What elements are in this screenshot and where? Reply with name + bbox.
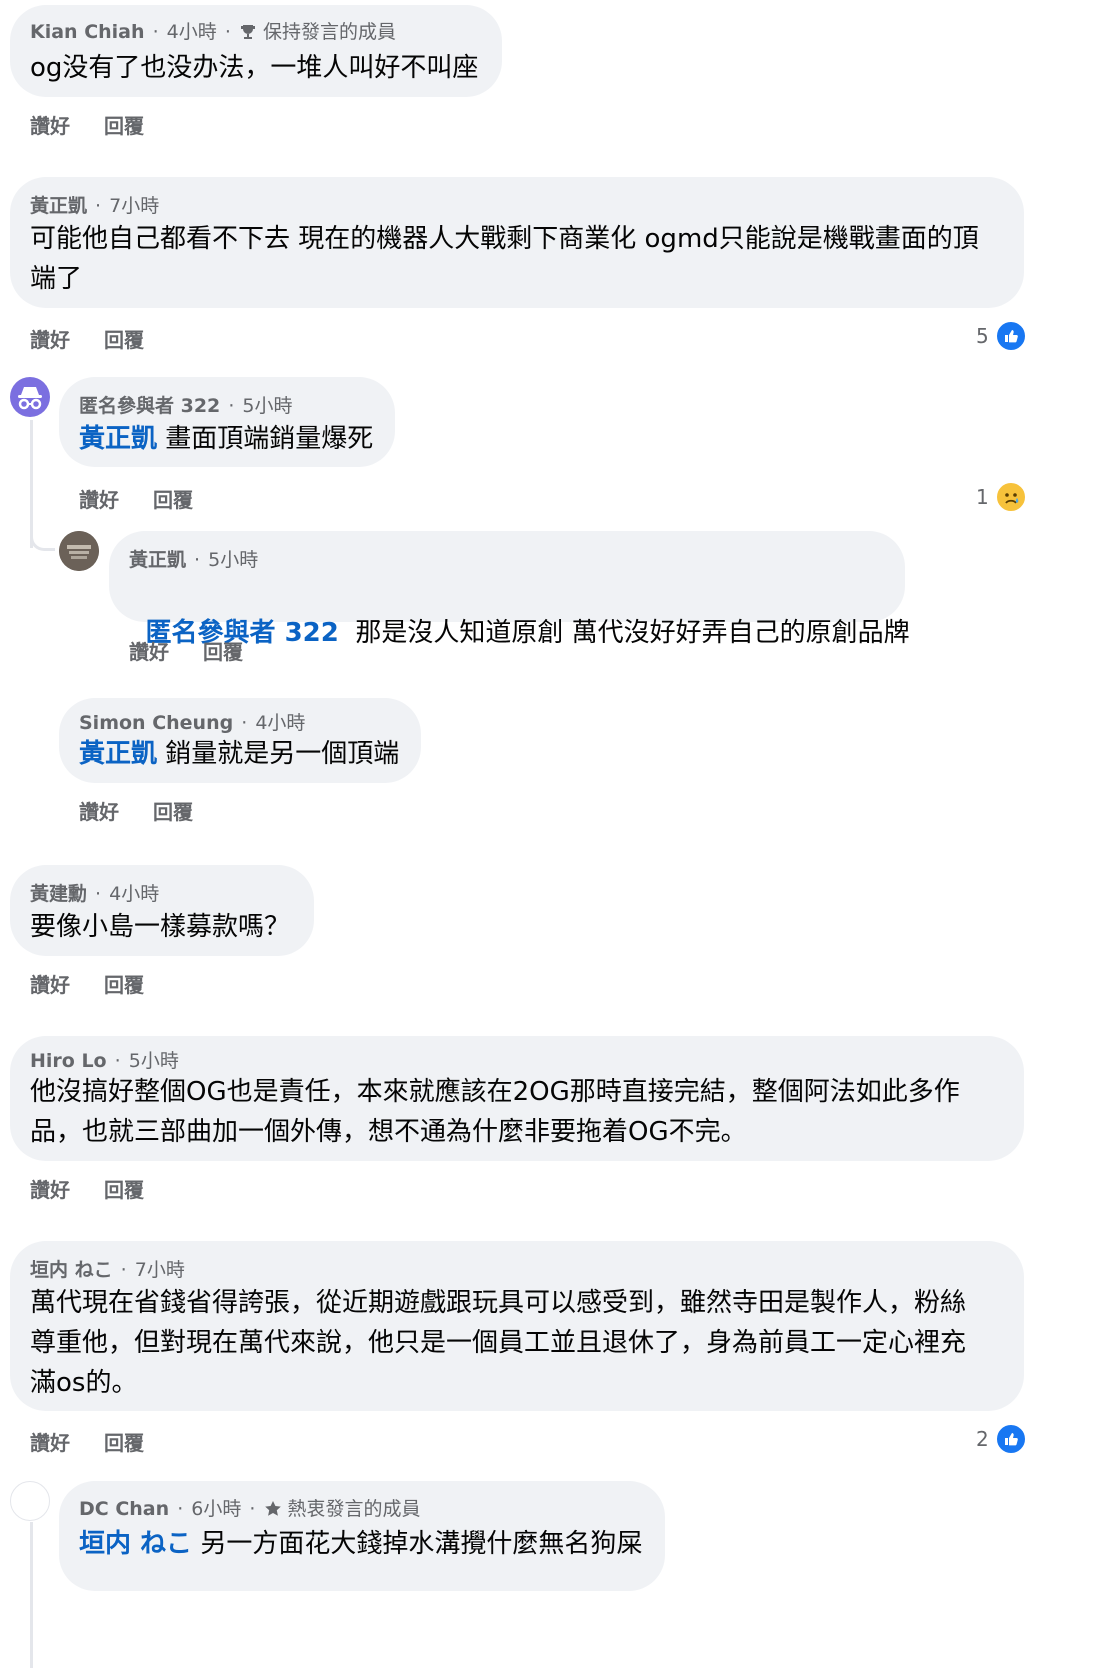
reaction-number: 2	[976, 1427, 989, 1451]
reply-button[interactable]: 回覆	[104, 110, 144, 139]
like-button[interactable]: 讚好	[30, 969, 70, 998]
reply-button[interactable]: 回覆	[104, 1174, 144, 1203]
comment-time[interactable]: 5小時	[129, 1050, 179, 1072]
comment-meta: 垣内 ねこ · 7小時	[30, 1259, 185, 1281]
thread-connector	[30, 1522, 33, 1668]
author-name[interactable]: Kian Chiah	[30, 21, 145, 43]
reply-button[interactable]: 回覆	[153, 796, 193, 825]
comment-meta: DC Chan · 6小時 · 熱衷發言的成員	[79, 1494, 421, 1523]
comment-text-line: 可能他自己都看不下去 現在的機器人大戰剩下商業化 ogmd只能說是機戰畫面的頂	[30, 224, 979, 254]
star-icon	[264, 1500, 282, 1523]
comment-text-line: 尊重他，但對現在萬代來說，他只是一個員工並且退休了，身為前員工一定心裡充	[30, 1328, 967, 1358]
thread-connector	[30, 520, 55, 551]
profile-picture-icon	[59, 531, 99, 571]
reply-button[interactable]: 回覆	[104, 1427, 144, 1456]
comment-actions: 讚好 回覆	[79, 796, 193, 825]
like-reaction-icon	[994, 1423, 1027, 1455]
comment-text-line: 端了	[30, 264, 83, 294]
sad-reaction-icon	[994, 481, 1027, 513]
comment-meta: Kian Chiah · 4小時 · 保持發言的成員	[30, 17, 396, 46]
comment-time[interactable]: 7小時	[109, 195, 159, 217]
comment-meta: Simon Cheung · 4小時	[79, 712, 306, 734]
comment-actions: 讚好 回覆	[30, 324, 144, 353]
comment-meta: 黃正凱 · 7小時	[30, 195, 160, 217]
author-name[interactable]: 黃建勳	[30, 883, 87, 905]
like-button[interactable]: 讚好	[79, 796, 119, 825]
reaction-count[interactable]: 5	[976, 320, 1027, 352]
reply-button[interactable]: 回覆	[153, 484, 193, 513]
like-button[interactable]: 讚好	[30, 110, 70, 139]
author-name[interactable]: Simon Cheung	[79, 712, 233, 734]
comment-actions: 讚好 回覆	[30, 1174, 144, 1203]
reply-button[interactable]: 回覆	[104, 324, 144, 353]
mention-link[interactable]: 黃正凱	[79, 424, 157, 454]
reaction-number: 1	[976, 485, 989, 509]
mention-link[interactable]: 黃正凱	[79, 739, 157, 769]
author-name[interactable]: 匿名參與者 322	[79, 395, 220, 417]
incognito-icon	[18, 387, 42, 410]
comment-meta: Hiro Lo · 5小時	[30, 1050, 179, 1072]
like-button[interactable]: 讚好	[129, 636, 169, 665]
comment-body: 銷量就是另一個頂端	[157, 739, 400, 769]
author-name[interactable]: 黃正凱	[129, 549, 186, 571]
comment-body: 另一方面花大錢掉水溝攪什麼無名狗屎	[192, 1529, 643, 1559]
reaction-count[interactable]: 1	[976, 481, 1027, 513]
author-name[interactable]: DC Chan	[79, 1498, 169, 1520]
comment-time[interactable]: 6小時	[191, 1498, 241, 1520]
comment-actions: 讚好 回覆	[79, 484, 193, 513]
mention-link[interactable]: 垣内 ねこ	[79, 1529, 192, 1559]
like-reaction-icon	[994, 320, 1027, 352]
comment-actions: 讚好 回覆	[30, 1427, 144, 1456]
comment-meta: 匿名參與者 322 · 5小時	[79, 395, 293, 417]
comment-time[interactable]: 5小時	[242, 395, 292, 417]
author-name[interactable]: 黃正凱	[30, 195, 87, 217]
reply-button[interactable]: 回覆	[203, 636, 243, 665]
comment-text: 黃正凱 畫面頂端銷量爆死	[79, 419, 373, 459]
comment-time[interactable]: 4小時	[167, 21, 217, 43]
like-button[interactable]: 讚好	[30, 1427, 70, 1456]
member-badge: 保持發言的成員	[262, 21, 396, 43]
anonymous-avatar[interactable]	[10, 377, 50, 417]
comment-text: og没有了也没办法，一堆人叫好不叫座	[30, 53, 479, 83]
reaction-number: 5	[976, 324, 989, 348]
author-name[interactable]: 垣内 ねこ	[30, 1259, 113, 1281]
member-badge: 熱衷發言的成員	[287, 1498, 421, 1520]
reply-button[interactable]: 回覆	[104, 969, 144, 998]
comment-text-line: 萬代現在省錢省得誇張，從近期遊戲跟玩具可以感受到，雖然寺田是製作人，粉絲	[30, 1288, 967, 1318]
comment-text-line: 品，也就三部曲加一個外傳，想不通為什麼非要拖着OG不完。	[30, 1117, 747, 1147]
comment-text: 萬代現在省錢省得誇張，從近期遊戲跟玩具可以感受到，雖然寺田是製作人，粉絲 尊重他…	[30, 1283, 1010, 1403]
comment-actions: 讚好 回覆	[30, 110, 144, 139]
comment-time[interactable]: 4小時	[255, 712, 305, 734]
author-name[interactable]: Hiro Lo	[30, 1050, 107, 1072]
comment-time[interactable]: 5小時	[208, 549, 258, 571]
comment-text-line: 滿os的。	[30, 1368, 138, 1398]
comment-actions: 讚好 回覆	[30, 969, 144, 998]
comment-text: 匿名參與者 322 那是沒人知道原創 萬代沒好好弄自己的原創品牌	[129, 573, 910, 653]
comment-text: 他沒搞好整個OG也是責任，本來就應該在2OG那時直接完結，整個阿法如此多作 品，…	[30, 1072, 1010, 1152]
like-button[interactable]: 讚好	[30, 324, 70, 353]
comment-meta: 黃建勳 · 4小時	[30, 883, 160, 905]
comment-text-line: 他沒搞好整個OG也是責任，本來就應該在2OG那時直接完結，整個阿法如此多作	[30, 1077, 960, 1107]
comment-time[interactable]: 7小時	[135, 1259, 185, 1281]
comment-body: 那是沒人知道原創 萬代沒好好弄自己的原創品牌	[338, 618, 910, 648]
user-avatar[interactable]	[10, 1481, 50, 1521]
like-button[interactable]: 讚好	[79, 484, 119, 513]
comment-actions: 讚好 回覆	[129, 636, 243, 665]
comment-text: 垣内 ねこ 另一方面花大錢掉水溝攪什麼無名狗屎	[79, 1524, 642, 1564]
like-button[interactable]: 讚好	[30, 1174, 70, 1203]
trophy-icon	[239, 23, 257, 46]
comment-meta: 黃正凱 · 5小時	[129, 549, 259, 571]
comment-text: 可能他自己都看不下去 現在的機器人大戰剩下商業化 ogmd只能說是機戰畫面的頂 …	[30, 219, 1010, 299]
comment-body: 畫面頂端銷量爆死	[157, 424, 374, 454]
user-avatar[interactable]	[59, 531, 99, 571]
comment-time[interactable]: 4小時	[109, 883, 159, 905]
comment-text: 黃正凱 銷量就是另一個頂端	[79, 734, 399, 774]
reaction-count[interactable]: 2	[976, 1423, 1027, 1455]
comment-text: 要像小島一樣募款嗎？	[30, 912, 291, 942]
